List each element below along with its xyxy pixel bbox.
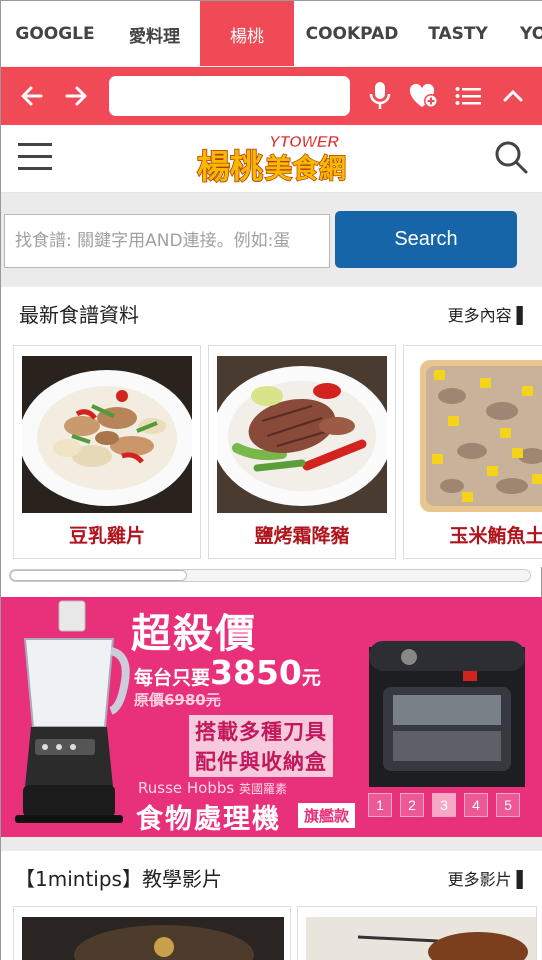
recipe-image [412,356,542,513]
site-logo[interactable]: YTOWER 楊桃 美食網 [195,130,355,188]
tab-icook[interactable]: 愛料理 [109,1,200,66]
more-videos-label: 更多影片 [447,870,512,889]
forward-arrow-icon[interactable] [59,67,93,125]
more-videos-link[interactable]: 更多影片 ▌ [448,866,529,890]
banner-pagination: 1 2 3 4 5 [368,793,528,817]
banner-page-dot[interactable]: 4 [464,793,488,817]
recipe-image [22,356,192,513]
tips-section-title: 【1mintips】教學影片 [15,867,222,891]
banner-product: 食物處理機 [136,804,281,835]
scrollbar-thumb[interactable] [10,570,187,581]
more-recipes-label: 更多內容 [447,306,512,325]
recipe-name[interactable]: 鹽烤霜降豬 [209,521,395,548]
browser-toolbar [1,67,542,125]
microphone-icon[interactable] [365,67,395,125]
recipe-search-input[interactable] [4,214,330,268]
recipe-carousel[interactable]: 豆乳雞片 鹽烤霜降豬 玉米鮪魚土 [1,337,542,567]
search-button[interactable]: Search [335,211,517,268]
recipe-search-bar: Search [1,193,542,287]
banner-price: 每台只要3850元 [134,653,321,692]
video-carousel[interactable] [1,901,542,960]
recipe-image [217,356,387,513]
banner-feature: 配件與收納盒 [189,745,333,777]
tab-cookpad[interactable]: COOKPAD [294,1,410,66]
flagship-badge: 旗艦款 [298,803,356,828]
banner-page-dot[interactable]: 1 [368,793,392,817]
tab-ytower[interactable]: 楊桃 [200,1,294,66]
chevron-up-icon[interactable] [499,67,527,125]
banner-page-dot-active[interactable]: 3 [432,793,456,817]
category-tab-bar: GOOGLE 愛料理 楊桃 COOKPAD TASTY YO [1,1,542,67]
svg-text:美食網: 美食網 [265,153,346,185]
recipe-card[interactable]: 玉米鮪魚土 [403,345,542,559]
tips-section-header: 【1mintips】教學影片 更多影片 ▌ [1,851,542,901]
heart-plus-icon[interactable] [407,67,441,125]
banner-page-dot[interactable]: 5 [496,793,520,817]
price-prefix: 每台只要 [134,667,211,689]
food-processor-image [15,600,130,823]
svg-text:楊桃: 楊桃 [197,147,263,186]
banner-page-dot[interactable]: 2 [400,793,424,817]
video-card[interactable] [13,906,291,960]
recipe-card[interactable]: 豆乳雞片 [13,345,201,559]
brand-name: Russe Hobbs [138,779,235,797]
back-arrow-icon[interactable] [15,67,49,125]
brand-name-cn: 英國羅素 [238,782,287,796]
promo-banner[interactable]: 超殺價 每台只要3850元 原價6980元 搭載多種刀具 配件與收納盒 Russ… [1,597,542,837]
search-icon[interactable] [493,139,529,175]
video-card[interactable] [297,906,537,960]
recipe-name[interactable]: 豆乳雞片 [14,521,200,548]
banner-brand: Russe Hobbs 英國羅素 [138,779,287,797]
recipes-section-header: 最新食譜資料 更多內容 ▌ [1,287,542,337]
original-price: 原價6980元 [134,691,221,709]
recipe-carousel-scrollbar[interactable] [9,569,531,582]
price-suffix: 元 [301,667,321,689]
section-divider [1,837,542,851]
tab-tasty[interactable]: TASTY [410,1,506,66]
more-recipes-link[interactable]: 更多內容 ▌ [448,302,529,326]
menu-icon[interactable] [18,143,52,173]
banner-title: 超殺價 [131,611,257,657]
svg-text:YTOWER: YTOWER [269,134,339,151]
recipe-name[interactable]: 玉米鮪魚土 [404,521,542,548]
recipe-card[interactable]: 鹽烤霜降豬 [208,345,396,559]
banner-feature: 搭載多種刀具 [189,715,333,747]
tab-yo[interactable]: YO [506,1,542,66]
recipes-section-title: 最新食譜資料 [19,303,139,327]
site-header: YTOWER 楊桃 美食網 [1,125,542,193]
tab-google[interactable]: GOOGLE [1,1,109,66]
list-icon[interactable] [453,67,483,125]
url-input[interactable] [109,76,350,116]
appliance-image [369,641,525,787]
price-value: 3850 [210,653,302,692]
